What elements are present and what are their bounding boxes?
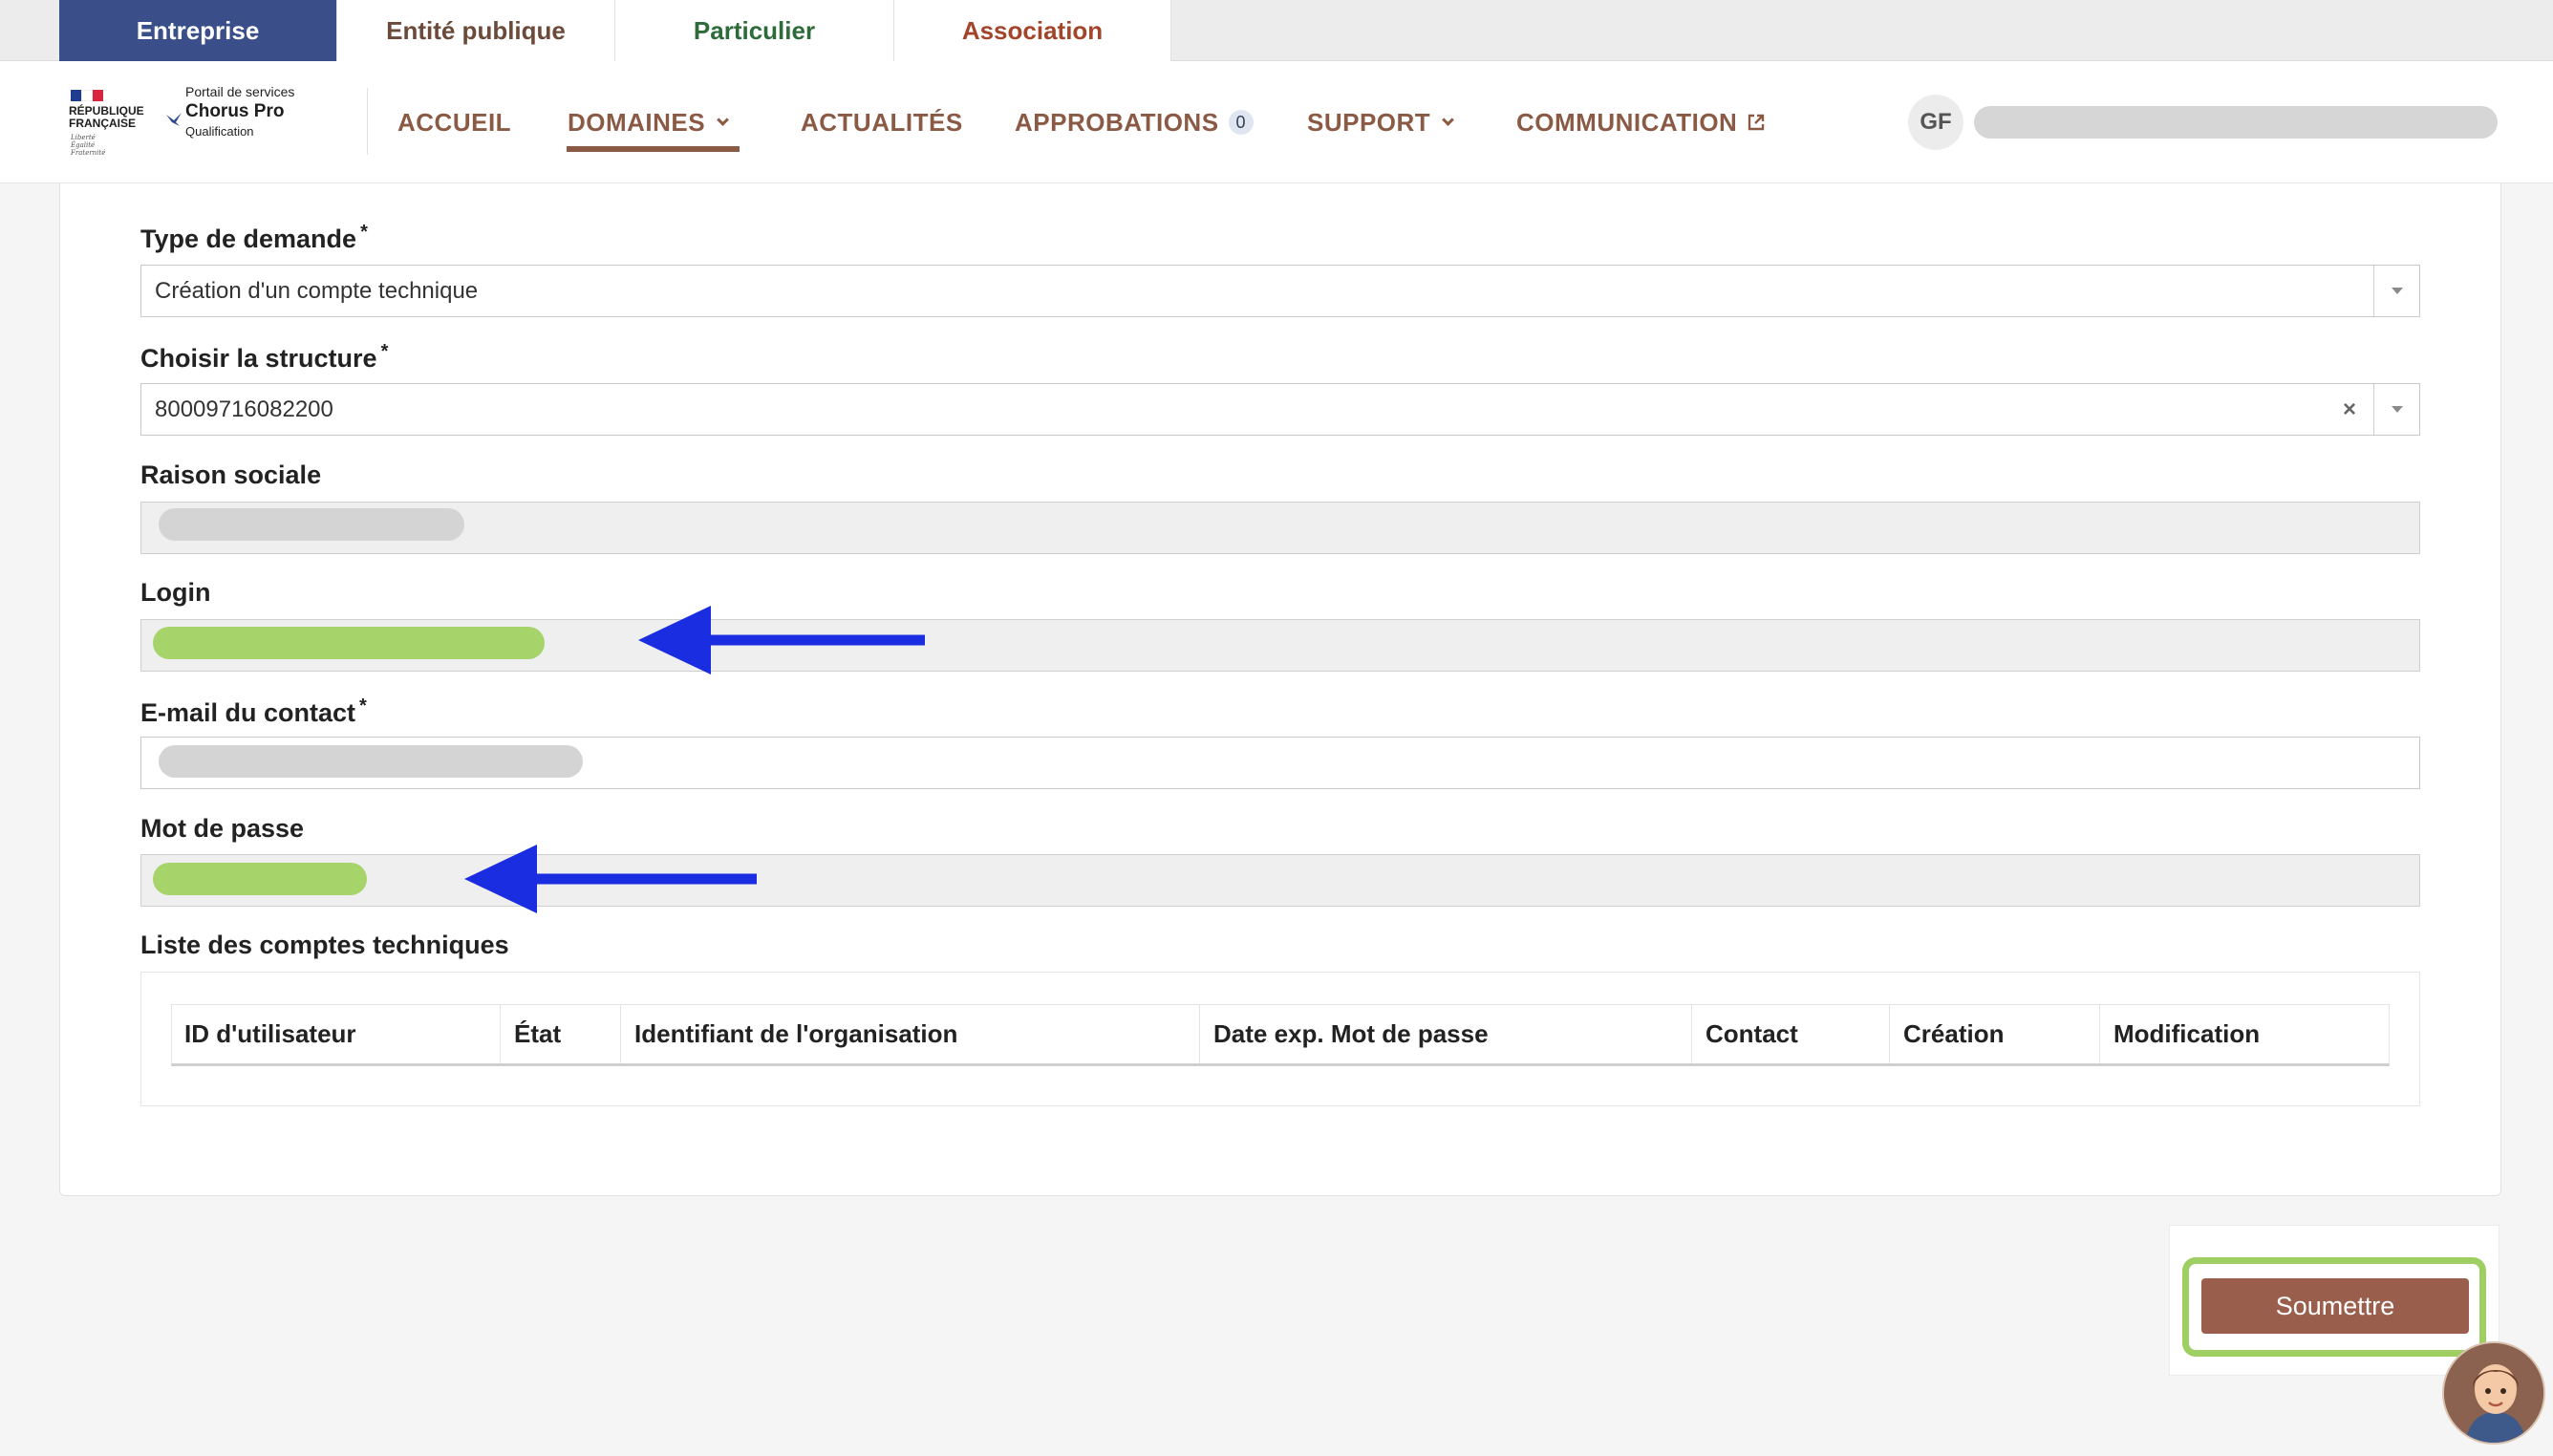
tab-particulier[interactable]: Particulier (615, 0, 894, 61)
column-header[interactable]: Date exp. Mot de passe (1200, 1004, 1692, 1063)
audience-tab-bar: Entreprise Entité publique Particulier A… (0, 0, 2553, 71)
portal-subtitle: Portail de services (185, 84, 295, 99)
request-type-value: Création d'un compte technique (155, 277, 479, 304)
password-value-highlight (153, 863, 367, 895)
tech-accounts-label: Liste des comptes techniques (140, 931, 509, 959)
user-name-redacted[interactable] (1974, 106, 2498, 139)
nav-support[interactable]: SUPPORT (1307, 61, 1455, 183)
chorus-bird-icon (166, 113, 182, 126)
nav-label: ACCUEIL (397, 107, 512, 137)
company-name-field (140, 502, 2420, 554)
structure-select[interactable]: 80009716082200 × (140, 383, 2420, 436)
structure-value: 80009716082200 (155, 396, 333, 422)
required-marker: * (359, 696, 367, 717)
submit-button[interactable]: Soumettre (2201, 1278, 2469, 1334)
table-header-cells: ID d'utilisateur État Identifiant de l'o… (171, 1004, 2390, 1063)
tab-label: Entreprise (136, 15, 260, 45)
nav-actualites[interactable]: ACTUALITÉS (801, 61, 963, 183)
portal-name: Chorus Pro (185, 101, 285, 121)
portal-title-block: Portail de services Chorus Pro Qualifica… (185, 84, 376, 139)
login-value-highlight (153, 627, 545, 659)
column-header[interactable]: ID d'utilisateur (171, 1004, 501, 1063)
tab-entreprise[interactable]: Entreprise (59, 0, 337, 71)
nav-label: ACTUALITÉS (801, 107, 963, 137)
nav-approbations[interactable]: APPROBATIONS 0 (1015, 61, 1254, 183)
tab-entite-publique[interactable]: Entité publique (337, 0, 615, 61)
tab-label: Association (961, 15, 1104, 45)
portal-environment: Qualification (185, 124, 254, 139)
approvals-count-badge: 0 (1228, 110, 1254, 135)
republic-motto: Liberté Égalité Fraternité (71, 134, 106, 157)
column-header[interactable]: Contact (1692, 1004, 1890, 1063)
dropdown-arrow-icon[interactable] (2373, 266, 2419, 316)
active-nav-underline (567, 146, 740, 152)
company-name-label: Raison sociale (140, 460, 322, 489)
republic-name: RÉPUBLIQUE FRANÇAISE (69, 104, 144, 130)
chevron-down-icon (1442, 113, 1455, 126)
email-label: E-mail du contact * (140, 696, 367, 727)
request-type-label: Type de demande * (140, 222, 368, 253)
nav-communication[interactable]: COMMUNICATION (1516, 61, 1766, 183)
nav-accueil[interactable]: ACCUEIL (397, 61, 511, 183)
column-header[interactable]: État (501, 1004, 621, 1063)
annotation-arrow-left-icon (464, 845, 757, 913)
logo-divider (367, 88, 368, 155)
request-type-select[interactable]: Création d'un compte technique (140, 265, 2420, 317)
annotation-arrow-left-icon (638, 606, 925, 674)
tab-label: Particulier (693, 15, 816, 45)
chevron-down-icon (717, 113, 729, 126)
email-redacted (159, 745, 583, 778)
dropdown-arrow-icon[interactable] (2373, 384, 2419, 435)
column-header[interactable]: Modification (2100, 1004, 2390, 1063)
structure-label: Choisir la structure * (140, 341, 389, 373)
tab-label: Entité publique (386, 15, 566, 45)
column-header[interactable]: Création (1890, 1004, 2100, 1063)
nav-label: SUPPORT (1307, 107, 1431, 137)
login-label: Login (140, 578, 211, 607)
nav-label: DOMAINES (568, 107, 706, 137)
assistant-avatar[interactable] (2442, 1341, 2545, 1445)
nav-label: COMMUNICATION (1516, 107, 1738, 137)
tab-association[interactable]: Association (894, 0, 1171, 61)
clear-icon[interactable]: × (2343, 384, 2356, 435)
required-marker: * (380, 341, 389, 362)
assistant-face-icon (2444, 1343, 2543, 1443)
nav-label: APPROBATIONS (1015, 107, 1219, 137)
user-avatar[interactable]: GF (1908, 95, 1963, 150)
external-link-icon (1748, 114, 1765, 131)
column-header[interactable]: Identifiant de l'organisation (621, 1004, 1200, 1063)
french-flag-icon (71, 90, 104, 101)
nav-domaines[interactable]: DOMAINES (568, 61, 729, 183)
password-label: Mot de passe (140, 814, 305, 843)
required-marker: * (360, 222, 368, 243)
company-name-redacted (159, 508, 464, 541)
